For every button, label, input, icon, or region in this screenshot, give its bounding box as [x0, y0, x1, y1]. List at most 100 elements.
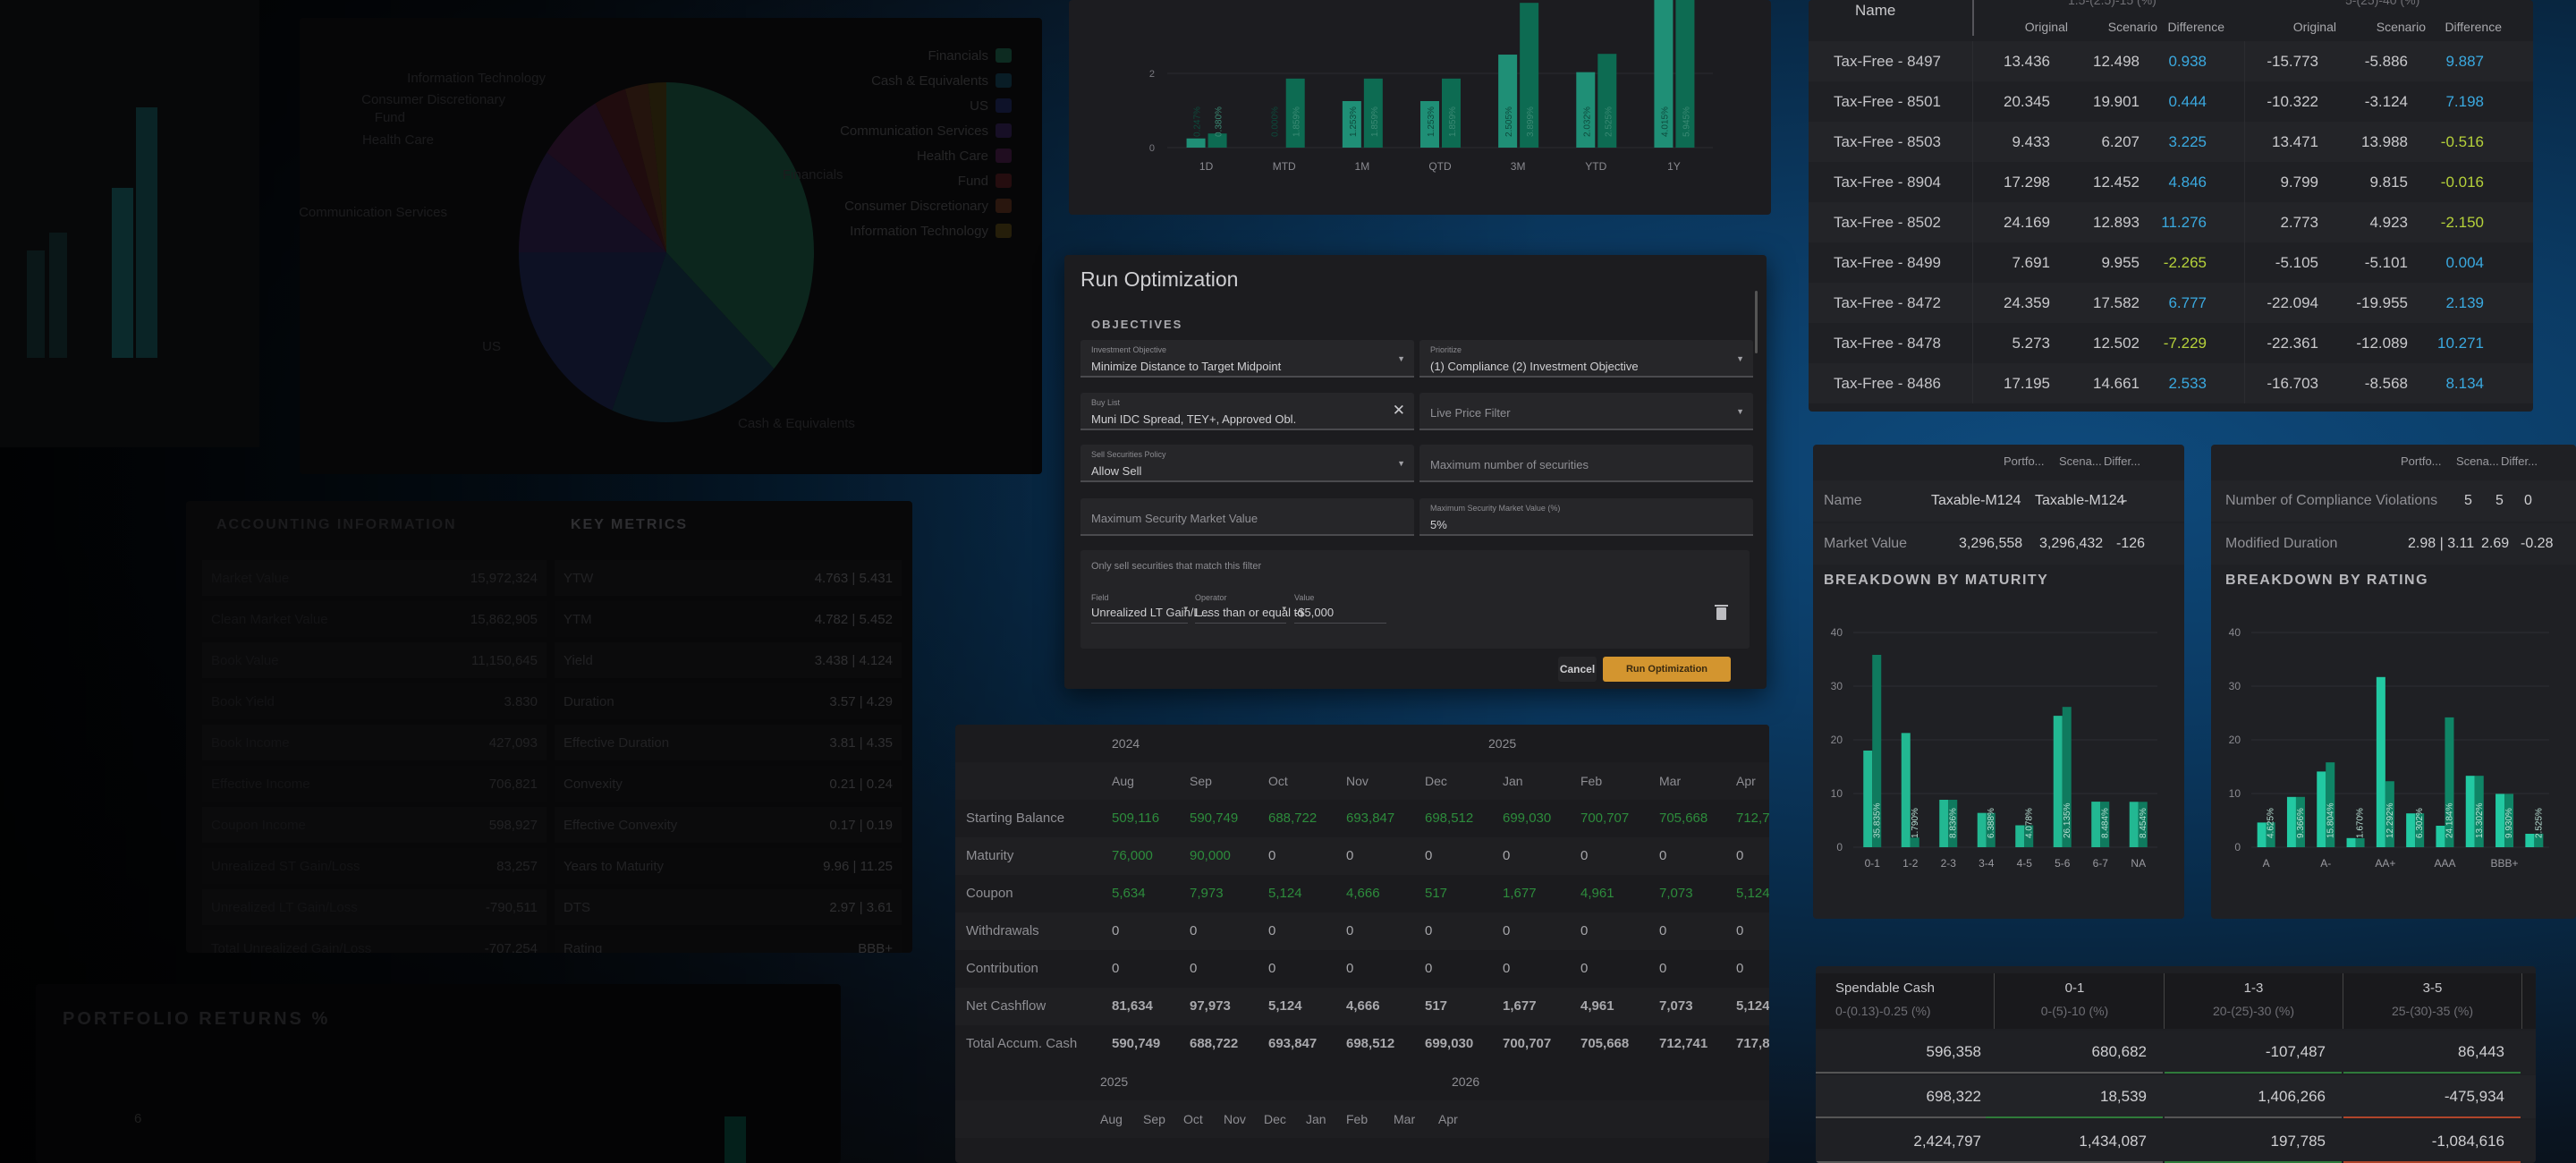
run-optimization-dialog: Run Optimization OBJECTIVES Investment O…: [1064, 255, 1767, 689]
row-value: 11,150,645: [471, 652, 538, 668]
row-label: Market Value: [211, 570, 290, 586]
accounting-row: Coupon Income 598,927: [202, 807, 547, 843]
cell: 0: [2524, 493, 2532, 508]
table-row: Tax-Free - 8904 17.298 12.452 4.846 9.799 9.8…: [1809, 162, 2533, 202]
cancel-button[interactable]: Cancel: [1558, 657, 1597, 682]
cell: -: [2123, 493, 2128, 508]
col-header: Differ...: [2104, 454, 2140, 468]
filter-field-select[interactable]: Field Unrealized LT Gain/L... ▾: [1091, 593, 1209, 624]
header-title: 3-5: [2422, 980, 2443, 996]
cell: 5.273: [2012, 335, 2050, 352]
column-divider: [2244, 122, 2245, 162]
row-value: 598,927: [488, 817, 538, 833]
cell: 509,116: [1112, 811, 1160, 826]
filter-value-input[interactable]: Value -$5,000: [1294, 593, 1386, 624]
max-security-mv-pct-input[interactable]: Maximum Security Market Value (%) 5%: [1419, 498, 1753, 536]
sub-header: Difference: [2167, 20, 2224, 34]
cell: -19.955: [2356, 294, 2408, 311]
column-divider: [1972, 323, 1973, 363]
accounting-row: Clean Market Value 15,862,905: [202, 601, 547, 637]
cell: 5,124: [1268, 998, 1302, 1014]
prioritize-select[interactable]: Prioritize (1) Compliance (2) Investment…: [1419, 340, 1753, 378]
cell: 81,634: [1112, 998, 1153, 1014]
chevron-down-icon: ▾: [1183, 604, 1188, 613]
dialog-scrollbar[interactable]: [1755, 291, 1758, 353]
chevron-down-icon: ▾: [1282, 604, 1286, 613]
legend-swatch: [996, 48, 1012, 63]
row-name: Tax-Free - 8486: [1834, 375, 1941, 392]
cell: -22.361: [2267, 335, 2318, 352]
max-security-mv-input[interactable]: Maximum Security Market Value: [1080, 498, 1414, 536]
month-label: Nov: [1224, 1112, 1246, 1126]
pie-label: Health Care: [362, 132, 434, 148]
y-tick: 6: [134, 1111, 142, 1126]
filter-operator-select[interactable]: Operator Less than or equal to ▾: [1195, 593, 1303, 624]
max-securities-input[interactable]: Maximum number of securities: [1419, 445, 1753, 482]
filter-operator-label: Operator: [1195, 593, 1227, 602]
cell: 1,434,087: [2079, 1133, 2147, 1150]
data-label: 2.032%: [1582, 106, 1592, 137]
table-row: Tax-Free - 8501 20.345 19.901 0.444 -10.322 -…: [1809, 81, 2533, 122]
cell-status-line: [2165, 1072, 2342, 1074]
x-tick-label: BBB+: [2491, 857, 2519, 870]
year-label: 2024: [1112, 736, 1140, 751]
cell: 0.444: [2168, 93, 2207, 110]
filter-value-label: Value: [1294, 593, 1315, 602]
key-metric-row: Years to Maturity 9.96 | 11.25: [555, 848, 902, 884]
x-tick-label: 1Y: [1667, 160, 1681, 173]
cell: 2.773: [2280, 214, 2318, 231]
key-metric-row: DTS 2.97 | 3.61: [555, 889, 902, 925]
cell: 5,124: [1736, 998, 1769, 1014]
max-security-mv-placeholder: Maximum Security Market Value: [1091, 512, 1258, 525]
cell: 699,030: [1503, 811, 1552, 826]
y-tick-label: 0: [2234, 841, 2241, 853]
table-row: Tax-Free - 8499 7.691 9.955 -2.265 -5.105 -5.…: [1809, 242, 2533, 283]
x-tick-label: A: [2263, 857, 2270, 870]
row-value: 83,257: [496, 858, 538, 874]
column-divider: [1972, 283, 1973, 323]
row-label: Net Cashflow: [966, 998, 1046, 1014]
x-tick-label: QTD: [1428, 160, 1452, 173]
y-tick-label: 20: [2229, 734, 2241, 746]
bar-portfolio: [2286, 796, 2296, 847]
cell: 0: [1580, 961, 1589, 976]
data-label: 1.859%: [1448, 106, 1458, 137]
month-label: Mar: [1394, 1112, 1416, 1126]
cash-header-cell: 0-1 0-(5)-10 (%): [1986, 973, 2165, 1029]
cell: 596,358: [1926, 1043, 1981, 1060]
cell: 12.498: [2093, 53, 2140, 70]
cash-table-header: Spendable Cash 0-(0.13)-0.25 (%) 0-1 0-(5)-…: [1816, 973, 2536, 1029]
cell: -5.101: [2364, 254, 2408, 271]
sell-securities-policy-select[interactable]: Sell Securities Policy Allow Sell ▼: [1080, 445, 1414, 482]
run-optimization-button[interactable]: Run Optimization: [1603, 657, 1731, 682]
cell: 712,741: [1659, 1036, 1708, 1051]
buy-list-input[interactable]: Buy List Muni IDC Spread, TEY+, Approved…: [1080, 393, 1414, 430]
pie-label: US: [482, 339, 501, 354]
header-sub: 25-(30)-35 (%): [2391, 1004, 2474, 1018]
data-label: 15.804%: [2326, 802, 2335, 838]
live-price-filter-select[interactable]: Live Price Filter ▼: [1419, 393, 1753, 430]
month-label: Sep: [1190, 774, 1212, 788]
clear-icon[interactable]: ✕: [1393, 402, 1405, 420]
sell-filter-caption: Only sell securities that match this fil…: [1091, 561, 1262, 572]
prioritize-value: (1) Compliance (2) Investment Objective: [1430, 360, 1639, 373]
row-label: Book Value: [211, 652, 279, 668]
month-row: Aug Sep Oct Nov Dec Jan Feb Mar Apr: [955, 762, 1769, 800]
row-value: -707,254: [484, 940, 538, 954]
filter-field-label: Field: [1091, 593, 1109, 602]
trash-icon[interactable]: [1715, 605, 1728, 620]
table-row: Tax-Free - 8502 24.169 12.893 11.276 2.773 4.…: [1809, 202, 2533, 242]
data-label: 4.625%: [2267, 808, 2276, 838]
cell: 712,741: [1736, 811, 1769, 826]
data-label: 1.859%: [1370, 106, 1380, 137]
data-label: 0.380%: [1215, 106, 1224, 137]
row-label: Rating: [564, 940, 603, 954]
row-value: 706,821: [488, 776, 538, 792]
data-label: 26.135%: [2063, 802, 2072, 838]
legend-swatch: [996, 123, 1012, 138]
y-tick-label: 40: [1831, 626, 1843, 639]
month-label: Apr: [1438, 1112, 1458, 1126]
investment-objective-select[interactable]: Investment Objective Minimize Distance t…: [1080, 340, 1414, 378]
col-header: Portfo...: [2401, 454, 2442, 468]
bar-portfolio: [2317, 771, 2326, 847]
